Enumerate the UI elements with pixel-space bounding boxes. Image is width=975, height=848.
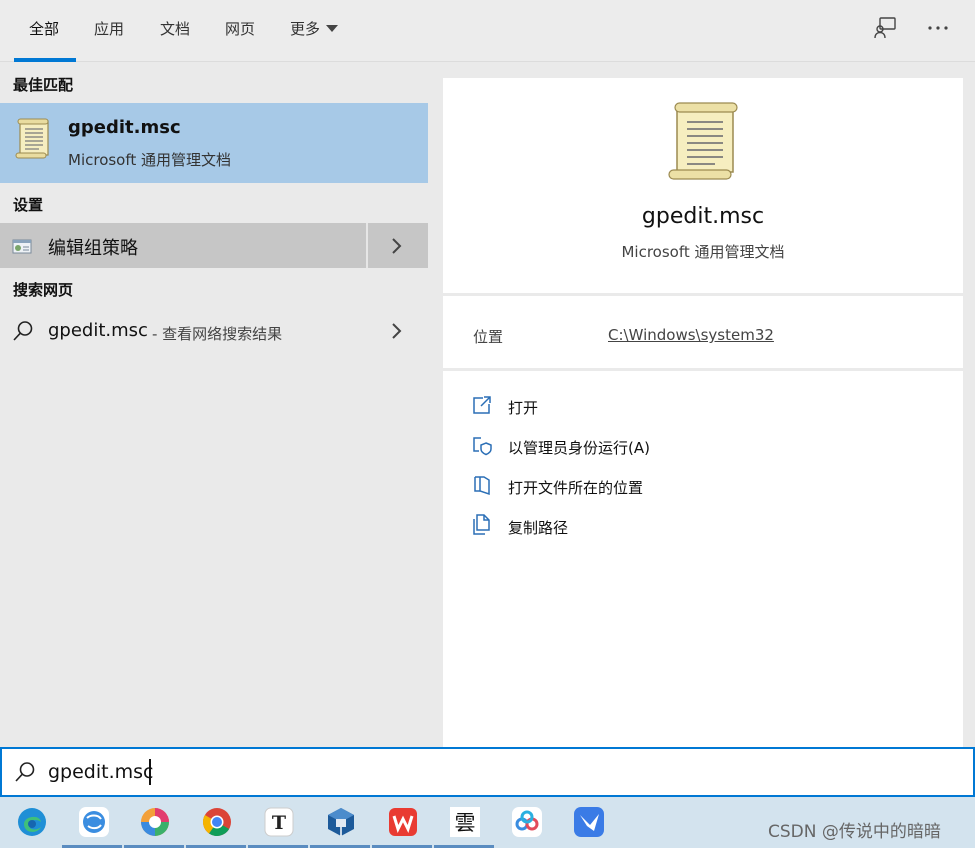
action-label: 打开	[508, 399, 539, 417]
location-link[interactable]: C:\Windows\system32	[608, 326, 774, 344]
color-wheel-icon[interactable]	[138, 805, 172, 839]
web-search-header: 搜索网页	[13, 281, 74, 299]
msc-scroll-icon	[14, 117, 54, 165]
preview-subtitle: Microsoft 通用管理文档	[621, 243, 785, 261]
tab-apps[interactable]: 应用	[94, 18, 124, 39]
msc-scroll-icon	[667, 100, 743, 186]
web-search-result[interactable]: gpedit.msc - 查看网络搜索结果	[0, 310, 428, 352]
shield-icon	[471, 434, 493, 460]
search-input[interactable]	[48, 757, 948, 787]
cloud-char-icon[interactable]: 雲	[448, 805, 482, 839]
typora-letter: T	[272, 812, 286, 834]
action-open[interactable]: 打开	[471, 392, 931, 422]
action-label: 复制路径	[508, 519, 569, 537]
tab-all[interactable]: 全部	[29, 18, 59, 39]
settings-item-edit-group-policy[interactable]: 编辑组策略	[0, 223, 428, 268]
location-label: 位置	[473, 328, 504, 346]
divider	[366, 223, 368, 268]
text-cursor	[149, 759, 151, 785]
search-icon	[14, 761, 36, 787]
settings-item-label: 编辑组策略	[48, 238, 138, 259]
results-pane: 最佳匹配 gpedit.msc Microsoft 通用管理文档 设置 编辑组策…	[0, 63, 428, 747]
tab-more[interactable]: 更多	[290, 18, 339, 39]
caret-down-icon	[326, 25, 339, 32]
best-match-result[interactable]: gpedit.msc Microsoft 通用管理文档	[0, 103, 428, 183]
location-row: 位置 C:\Windows\system32	[443, 299, 963, 371]
best-match-header: 最佳匹配	[13, 76, 74, 94]
virtualbox-icon[interactable]	[324, 805, 358, 839]
file-location-icon	[471, 474, 493, 500]
tab-docs[interactable]: 文档	[160, 18, 190, 39]
chrome-icon[interactable]	[200, 805, 234, 839]
action-copy-path[interactable]: 复制路径	[471, 512, 931, 542]
web-search-hint: - 查看网络搜索结果	[152, 325, 283, 343]
typora-icon[interactable]: T	[262, 805, 296, 839]
search-icon	[12, 320, 34, 346]
action-run-as-admin[interactable]: 以管理员身份运行(A)	[471, 432, 931, 462]
chevron-right-icon[interactable]	[382, 320, 412, 342]
open-icon	[471, 394, 493, 420]
action-label: 以管理员身份运行(A)	[508, 439, 650, 457]
chevron-right-icon[interactable]	[382, 235, 412, 257]
group-policy-icon	[12, 237, 32, 259]
watermark: CSDN @传说中的暗暗	[768, 822, 941, 842]
preview-title: gpedit.msc	[641, 204, 765, 229]
best-match-subtitle: Microsoft 通用管理文档	[68, 151, 232, 169]
edge-icon[interactable]	[15, 805, 49, 839]
baidu-netdisk-icon[interactable]	[510, 805, 544, 839]
preview-pane: gpedit.msc Microsoft 通用管理文档 位置 C:\Window…	[443, 78, 963, 747]
more-options-icon[interactable]	[924, 14, 952, 42]
taskbar: T 雲 CSDN @传说中的暗暗	[0, 797, 975, 848]
preview-header: gpedit.msc Microsoft 通用管理文档	[443, 78, 963, 296]
wps-icon[interactable]	[386, 805, 420, 839]
search-box	[0, 747, 975, 797]
best-match-name: gpedit.msc	[68, 117, 181, 138]
action-open-file-location[interactable]: 打开文件所在的位置	[471, 472, 931, 502]
tab-web[interactable]: 网页	[225, 18, 255, 39]
browser-icon[interactable]	[77, 805, 111, 839]
web-search-query: gpedit.msc	[48, 320, 148, 341]
copy-icon	[471, 514, 493, 540]
active-tab-indicator	[14, 58, 76, 62]
tile-char: 雲	[455, 811, 476, 835]
tab-more-label: 更多	[290, 20, 321, 38]
feishu-icon[interactable]	[572, 805, 606, 839]
settings-header: 设置	[13, 196, 44, 214]
search-tab-bar: 全部 应用 文档 网页 更多	[0, 0, 975, 62]
action-label: 打开文件所在的位置	[508, 479, 644, 497]
feedback-icon[interactable]	[871, 14, 899, 42]
